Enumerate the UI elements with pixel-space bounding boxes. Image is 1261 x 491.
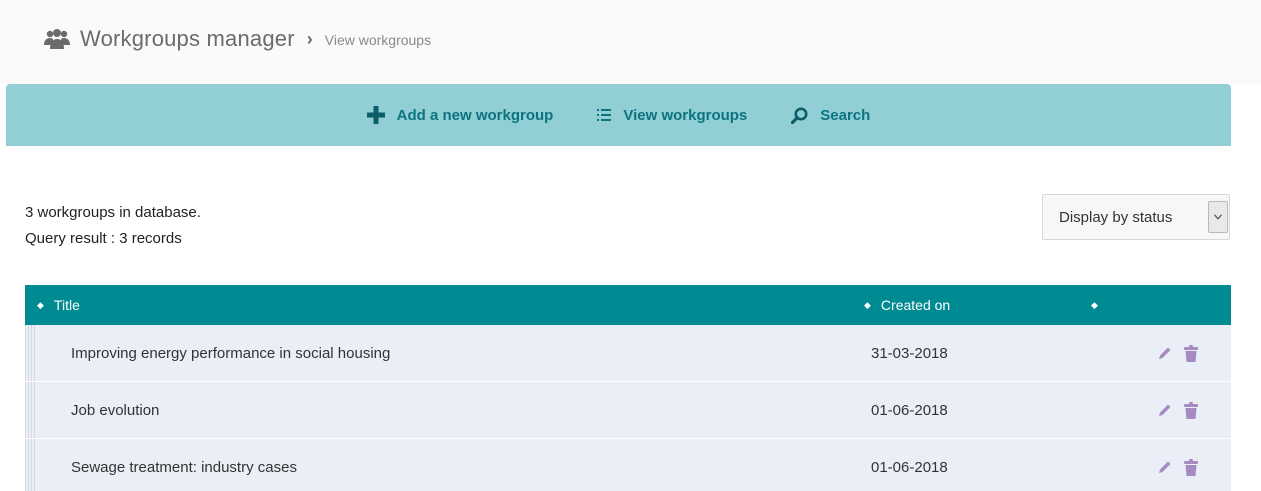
display-by-status-select[interactable]: Display by status <box>1042 194 1230 240</box>
add-workgroup-label: Add a new workgroup <box>396 106 554 124</box>
column-header-created-on[interactable]: ◆ Created on <box>864 285 950 325</box>
row-title[interactable]: Job evolution <box>71 382 159 438</box>
breadcrumb-root[interactable]: Workgroups manager <box>80 26 295 52</box>
pencil-icon[interactable] <box>1158 460 1172 474</box>
toolbar: Add a new workgroup View workgroups Sear… <box>6 84 1231 146</box>
table-header: ◆ Title ◆ Created on ◆ <box>25 285 1231 325</box>
view-workgroups-button[interactable]: View workgroups <box>597 107 747 124</box>
row-title[interactable]: Sewage treatment: industry cases <box>71 439 297 491</box>
column-header-actions[interactable]: ◆ <box>1091 285 1108 325</box>
row-title[interactable]: Improving energy performance in social h… <box>71 325 390 381</box>
row-actions <box>1158 325 1210 381</box>
summary: 3 workgroups in database. Query result :… <box>25 200 201 252</box>
breadcrumb: Workgroups manager › View workgroups <box>44 26 431 52</box>
column-header-title[interactable]: ◆ Title <box>37 285 80 325</box>
chevron-down-icon[interactable] <box>1208 201 1228 233</box>
users-icon <box>44 29 70 49</box>
column-title-label: Title <box>53 297 80 313</box>
row-created-on: 31-03-2018 <box>871 344 948 362</box>
view-workgroups-label: View workgroups <box>623 106 748 124</box>
add-workgroup-button[interactable]: Add a new workgroup <box>366 106 554 124</box>
trash-icon[interactable] <box>1184 458 1198 476</box>
row-created-on: 01-06-2018 <box>871 458 948 476</box>
sort-icon: ◆ <box>1091 299 1098 310</box>
list-icon <box>597 109 612 121</box>
search-label: Search <box>820 106 871 124</box>
trash-icon[interactable] <box>1184 344 1198 362</box>
table-row: Improving energy performance in social h… <box>25 325 1231 382</box>
search-button[interactable]: Search <box>791 107 870 124</box>
column-created-label: Created on <box>880 297 951 313</box>
page-header: Workgroups manager › View workgroups <box>0 0 1261 84</box>
pencil-icon[interactable] <box>1158 403 1172 417</box>
row-actions <box>1158 382 1210 438</box>
breadcrumb-separator: › <box>306 28 313 49</box>
status-select-value: Display by status <box>1059 208 1173 226</box>
sort-icon: ◆ <box>864 299 871 310</box>
breadcrumb-current: View workgroups <box>324 32 432 48</box>
trash-icon[interactable] <box>1184 401 1198 419</box>
sort-icon: ◆ <box>37 299 44 310</box>
workgroup-count: 3 workgroups in database. <box>25 204 201 221</box>
pencil-icon[interactable] <box>1158 346 1172 360</box>
row-actions <box>1158 439 1210 491</box>
plus-icon <box>366 106 385 124</box>
magnifier-icon <box>791 107 808 124</box>
query-result: Query result : 3 records <box>25 230 182 247</box>
workgroups-table: ◆ Title ◆ Created on ◆ Improving energy … <box>25 285 1231 491</box>
table-row: Job evolution 01-06-2018 <box>25 382 1231 439</box>
table-row: Sewage treatment: industry cases 01-06-2… <box>25 439 1231 491</box>
row-created-on: 01-06-2018 <box>871 401 948 419</box>
